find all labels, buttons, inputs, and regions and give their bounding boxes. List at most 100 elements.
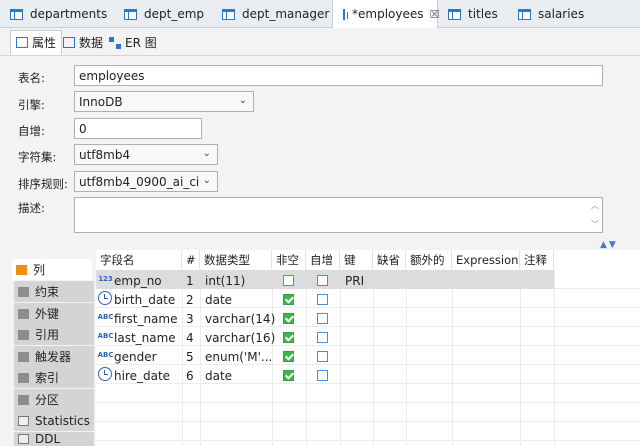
nav-references[interactable]: 引用 — [14, 324, 94, 345]
comment-label: 描述: — [18, 201, 45, 215]
table-name-input[interactable]: employees — [74, 65, 603, 86]
auto-increment-checkbox[interactable] — [317, 370, 328, 381]
tab-departments[interactable]: departments — [0, 0, 114, 28]
col-header-extra[interactable]: 额外的 — [406, 250, 452, 269]
auto-increment-checkbox[interactable] — [317, 351, 328, 362]
nav-columns[interactable]: 列 — [12, 259, 92, 280]
date-type-icon — [98, 367, 112, 381]
column-type[interactable]: date — [205, 290, 232, 309]
nav-label: 触发器 — [35, 350, 72, 364]
column-type[interactable]: enum('M'... — [205, 347, 272, 366]
column-number: 4 — [186, 330, 194, 345]
charset-select[interactable]: utf8mb4 ⌄ — [74, 144, 218, 165]
charset-value: utf8mb4 — [79, 147, 131, 162]
table-icon — [10, 8, 23, 20]
nav-label: Statistics — [35, 413, 90, 428]
column-type[interactable]: date — [205, 366, 232, 385]
nav-label: 约束 — [35, 285, 60, 299]
tab-label: dept_manager — [242, 7, 330, 21]
scroll-down-icon[interactable]: ﹀ — [591, 219, 599, 230]
string-type-icon: ABC — [97, 332, 114, 340]
tab-titles[interactable]: titles — [438, 0, 508, 28]
col-header-key[interactable]: 键 — [340, 250, 373, 269]
column-type[interactable]: varchar(14) — [205, 309, 275, 328]
comment-textarea[interactable]: ︿ ﹀ — [74, 197, 603, 233]
auto-increment-input[interactable]: 0 — [74, 118, 202, 139]
col-header-comment[interactable]: 注释 — [520, 250, 554, 269]
not-null-checkbox[interactable] — [283, 370, 294, 381]
tab-dept-manager[interactable]: dept_manager — [212, 0, 332, 28]
nav-partitions[interactable]: 分区 — [14, 389, 94, 410]
nav-constraints[interactable]: 约束 — [14, 281, 94, 302]
tab-dept-emp[interactable]: dept_emp — [114, 0, 212, 28]
nav-label: 列 — [33, 263, 46, 277]
nav-label: 外键 — [35, 307, 60, 321]
auto-increment-checkbox[interactable] — [317, 294, 328, 305]
column-name[interactable]: emp_no — [114, 271, 162, 290]
not-null-checkbox[interactable] — [283, 351, 294, 362]
column-number: 5 — [186, 349, 194, 364]
column-name[interactable]: birth_date — [114, 290, 175, 309]
col-header-auto-inc[interactable]: 自增 — [306, 250, 340, 269]
nav-triggers[interactable]: 触发器 — [14, 346, 94, 367]
not-null-checkbox[interactable] — [283, 313, 294, 324]
tab-label: departments — [30, 7, 108, 21]
tab-label: titles — [468, 7, 498, 21]
ddl-icon — [18, 434, 29, 444]
integer-type-icon: 123 — [98, 275, 113, 283]
col-header-type[interactable]: 数据类型 — [200, 250, 272, 269]
triggers-icon — [18, 351, 29, 362]
table-icon — [343, 8, 348, 20]
nav-label: 索引 — [35, 371, 60, 385]
col-header-default[interactable]: 缺省 — [373, 250, 406, 269]
auto-increment-checkbox[interactable] — [317, 332, 328, 343]
column-number: 3 — [186, 311, 194, 326]
chevron-down-icon: ⌄ — [238, 95, 247, 106]
nav-ddl[interactable]: DDL — [14, 432, 94, 446]
collation-select[interactable]: utf8mb4_0900_ai_ci ⌄ — [74, 171, 218, 192]
engine-label: 引擎: — [18, 98, 45, 112]
tab-salaries[interactable]: salaries — [508, 0, 598, 28]
subtab-label: 属性 — [32, 36, 57, 50]
column-name[interactable]: last_name — [114, 328, 176, 347]
date-type-icon — [98, 291, 112, 305]
column-name[interactable]: gender — [114, 347, 157, 366]
column-name[interactable]: hire_date — [114, 366, 170, 385]
references-icon — [18, 329, 29, 340]
nav-label: DDL — [35, 432, 61, 446]
auto-increment-checkbox[interactable] — [317, 313, 328, 324]
properties-icon — [16, 37, 28, 48]
collapse-arrows-icon[interactable]: ▲▼ — [600, 240, 618, 250]
column-type[interactable]: varchar(16) — [205, 328, 275, 347]
column-number: 6 — [186, 368, 194, 383]
nav-foreign-keys[interactable]: 外键 — [14, 303, 94, 324]
column-key: PRI — [345, 273, 365, 288]
column-number: 1 — [186, 273, 194, 288]
not-null-checkbox[interactable] — [283, 275, 294, 286]
subtab-er-diagram[interactable]: ER 图 — [104, 30, 162, 55]
subtab-strip: 属性 数据 ER 图 — [0, 28, 640, 56]
column-name[interactable]: first_name — [114, 309, 177, 328]
scroll-up-icon[interactable]: ︿ — [591, 200, 599, 211]
grid-line — [554, 269, 555, 446]
auto-increment-checkbox[interactable] — [317, 275, 328, 286]
col-header-num[interactable]: # — [182, 250, 200, 269]
column-number: 2 — [186, 292, 194, 307]
not-null-checkbox[interactable] — [283, 332, 294, 343]
partitions-icon — [18, 394, 29, 405]
col-header-expression[interactable]: Expression — [452, 250, 520, 269]
charset-label: 字符集: — [18, 150, 57, 164]
chevron-down-icon: ⌄ — [202, 148, 211, 159]
nav-indexes[interactable]: 索引 — [14, 367, 94, 388]
tab-employees[interactable]: *employees ☒ — [332, 0, 439, 28]
subtab-data[interactable]: 数据 — [58, 30, 108, 55]
engine-select[interactable]: InnoDB ⌄ — [74, 91, 254, 112]
column-type[interactable]: int(11) — [205, 271, 245, 290]
subtab-properties[interactable]: 属性 — [10, 30, 63, 55]
not-null-checkbox[interactable] — [283, 294, 294, 305]
string-type-icon: ABC — [97, 313, 114, 321]
nav-statistics[interactable]: Statistics — [14, 410, 94, 431]
auto-increment-value: 0 — [79, 121, 87, 136]
col-header-name[interactable]: 字段名 — [96, 250, 182, 269]
col-header-not-null[interactable]: 非空 — [272, 250, 306, 269]
